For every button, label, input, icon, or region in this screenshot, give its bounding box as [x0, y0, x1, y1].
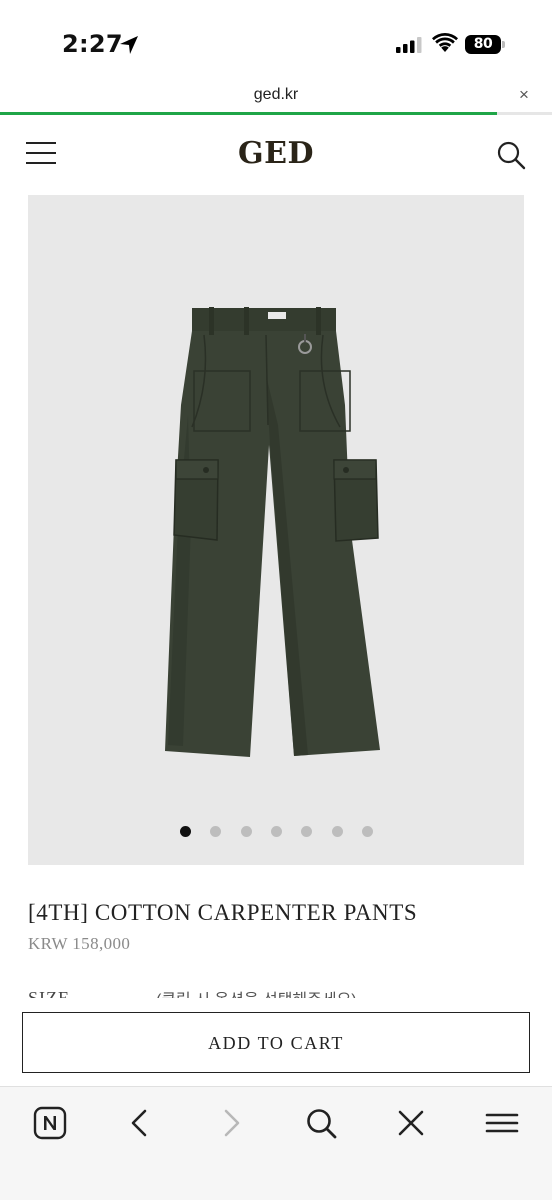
site-logo[interactable]: GED [0, 136, 552, 171]
size-note: (클릭 시 옵션을 선택해주세요) [156, 986, 357, 998]
location-arrow-icon [120, 36, 138, 54]
gallery-dot[interactable] [180, 826, 191, 837]
close-tab-icon[interactable] [393, 1105, 429, 1141]
battery-tip [502, 41, 505, 48]
gallery-pagination[interactable] [28, 826, 524, 840]
gallery-dot[interactable] [361, 826, 373, 837]
forward-arrow-icon[interactable] [213, 1105, 249, 1141]
gallery-dot[interactable] [301, 826, 313, 837]
wifi-icon [432, 33, 458, 52]
product-photo-cargo-pants [165, 307, 380, 757]
status-time: 2:27 [62, 30, 123, 58]
gallery-dot[interactable] [240, 826, 252, 837]
battery-level: 80 [465, 35, 501, 54]
gallery-dot[interactable] [210, 826, 222, 837]
back-arrow-icon[interactable] [122, 1105, 158, 1141]
size-label: SIZE [28, 988, 70, 998]
add-to-cart-label: ADD TO CART [208, 1032, 344, 1053]
url-text[interactable]: ged.kr [0, 86, 552, 104]
browser-url-bar[interactable]: ged.kr × [0, 84, 552, 114]
page-load-progress-fill [0, 112, 497, 115]
browser-toolbar [0, 1086, 552, 1200]
close-icon[interactable]: × [514, 85, 534, 105]
search-icon[interactable] [303, 1105, 339, 1141]
product-title: [4TH] COTTON CARPENTER PANTS [28, 900, 418, 925]
add-to-cart-button[interactable]: ADD TO CART [22, 1012, 530, 1073]
gallery-dot[interactable] [270, 826, 282, 837]
gallery-dot[interactable] [331, 826, 343, 837]
status-bar: 2:27 80 [0, 0, 552, 84]
product-image-gallery[interactable] [28, 195, 524, 865]
menu-icon[interactable] [484, 1105, 520, 1141]
product-price: KRW 158,000 [28, 934, 131, 953]
naver-home-icon[interactable] [32, 1105, 68, 1141]
site-header: GED [0, 120, 552, 192]
size-option-row[interactable]: SIZE (클릭 시 옵션을 선택해주세요) [0, 986, 552, 998]
search-icon[interactable] [496, 140, 526, 170]
cellular-signal-icon [396, 37, 422, 53]
page-load-progress [0, 112, 552, 115]
